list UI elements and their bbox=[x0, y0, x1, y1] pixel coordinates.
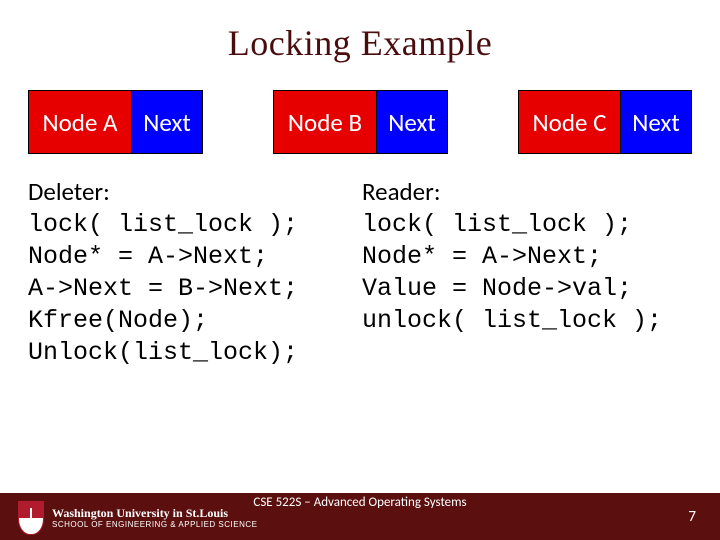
deleter-line: Unlock(list_lock); bbox=[28, 337, 354, 369]
node-b-next: Next bbox=[377, 91, 447, 153]
node-b-label: Node B bbox=[274, 91, 377, 153]
deleter-line: Kfree(Node); bbox=[28, 305, 354, 337]
deleter-block: Deleter: lock( list_lock ); Node* = A->N… bbox=[28, 176, 354, 369]
node-c: Node C Next bbox=[518, 90, 692, 154]
slide-title: Locking Example bbox=[0, 0, 720, 64]
reader-line: Value = Node->val; bbox=[362, 273, 702, 305]
reader-block: Reader: lock( list_lock ); Node* = A->Ne… bbox=[362, 176, 702, 369]
reader-line: Node* = A->Next; bbox=[362, 241, 702, 273]
deleter-line: lock( list_lock ); bbox=[28, 209, 354, 241]
node-a: Node A Next bbox=[28, 90, 203, 154]
footer-bar: Washington University in St.Louis SCHOOL… bbox=[0, 493, 720, 540]
slide: Locking Example Node A Next Node B Next … bbox=[0, 0, 720, 540]
course-label: CSE 522S – Advanced Operating Systems bbox=[253, 495, 466, 510]
shield-icon bbox=[18, 501, 44, 535]
deleter-title: Deleter: bbox=[28, 176, 354, 207]
node-c-next: Next bbox=[621, 91, 691, 153]
node-c-label: Node C bbox=[519, 91, 621, 153]
deleter-line: Node* = A->Next; bbox=[28, 241, 354, 273]
page-number: 7 bbox=[688, 508, 702, 526]
deleter-line: A->Next = B->Next; bbox=[28, 273, 354, 305]
code-columns: Deleter: lock( list_lock ); Node* = A->N… bbox=[0, 154, 720, 369]
reader-line: lock( list_lock ); bbox=[362, 209, 702, 241]
logo-school-name: SCHOOL OF ENGINEERING & APPLIED SCIENCE bbox=[52, 521, 257, 529]
reader-line: unlock( list_lock ); bbox=[362, 305, 702, 337]
node-b: Node B Next bbox=[273, 90, 448, 154]
university-logo: Washington University in St.Louis SCHOOL… bbox=[18, 501, 257, 535]
node-a-next: Next bbox=[132, 91, 202, 153]
footer-course: CSE 522S – Advanced Operating Systems bbox=[253, 493, 466, 511]
logo-text: Washington University in St.Louis SCHOOL… bbox=[52, 507, 257, 529]
node-a-label: Node A bbox=[29, 91, 132, 153]
logo-university-name: Washington University in St.Louis bbox=[52, 507, 257, 519]
linked-list-diagram: Node A Next Node B Next Node C Next bbox=[0, 64, 720, 154]
reader-title: Reader: bbox=[362, 176, 702, 207]
